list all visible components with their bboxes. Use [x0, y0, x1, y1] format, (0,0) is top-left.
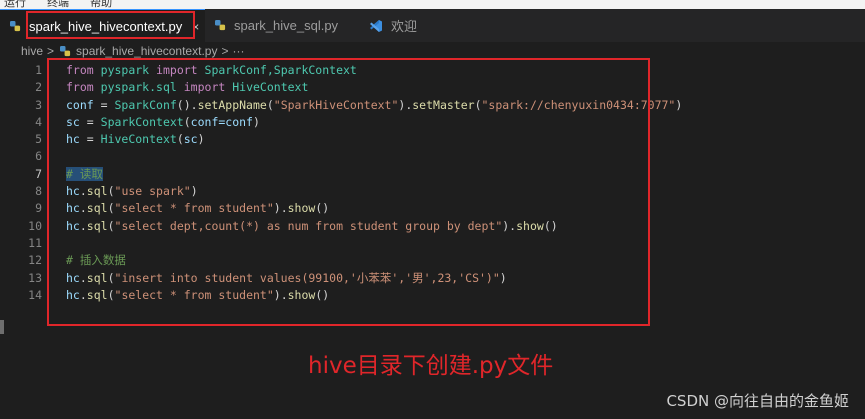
line-number: 6 [35, 149, 42, 164]
menu-bar: 运行 终端 帮助 [0, 0, 865, 9]
line-number: 3 [35, 97, 42, 112]
line-number: 13 [28, 270, 42, 285]
line-number: 7 [35, 166, 42, 181]
line-number: 11 [28, 235, 42, 250]
annotation-caption: hive目录下创建.py文件 [308, 353, 554, 379]
tab-highlight-box [26, 11, 195, 39]
chevron-right-icon: > [47, 44, 55, 58]
menu-terminal[interactable]: 终端 [47, 0, 69, 9]
tab-spark-hive-sql[interactable]: spark_hive_sql.py [205, 9, 355, 42]
line-number: 10 [28, 218, 42, 233]
python-file-icon [215, 20, 226, 31]
line-number: 8 [35, 184, 42, 199]
breadcrumb-folder[interactable]: hive [21, 44, 43, 58]
python-file-icon [10, 21, 21, 32]
scroll-indicator [0, 320, 4, 334]
tab-welcome[interactable]: 欢迎 [357, 9, 467, 42]
line-number: 9 [35, 201, 42, 216]
code-highlight-box [47, 58, 650, 326]
vscode-icon [370, 19, 382, 32]
line-number: 5 [35, 132, 42, 147]
tab-label: spark_hive_sql.py [234, 18, 339, 33]
line-number: 1 [35, 63, 42, 77]
line-number: 14 [28, 287, 42, 302]
line-number: 4 [35, 114, 42, 129]
python-file-icon [60, 45, 71, 56]
tab-label: 欢迎 [391, 19, 418, 34]
chevron-right-icon: > [221, 44, 229, 58]
menu-run[interactable]: 运行 [4, 0, 26, 9]
line-number: 12 [28, 253, 42, 268]
csdn-watermark: CSDN @向往自由的金鱼姬 [666, 392, 849, 410]
breadcrumb-file[interactable]: spark_hive_hivecontext.py [76, 44, 217, 58]
more-icon[interactable]: ··· [232, 44, 244, 58]
menu-help[interactable]: 帮助 [90, 0, 112, 9]
line-number: 2 [35, 80, 42, 95]
